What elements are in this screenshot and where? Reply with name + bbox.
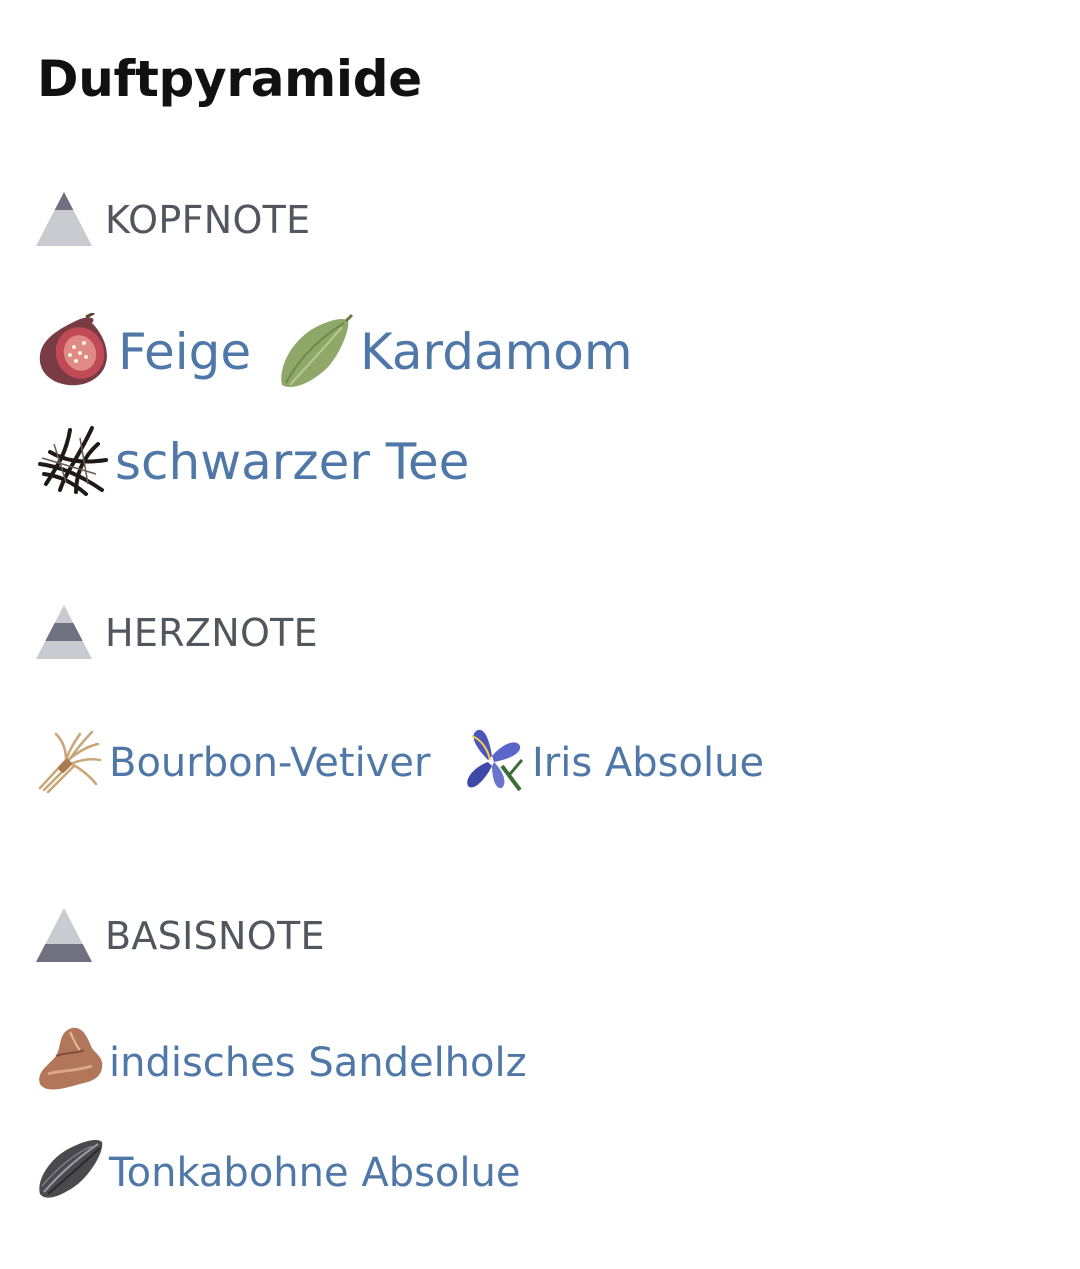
- tonka-bean-icon: [36, 1136, 104, 1202]
- vetiver-icon: [36, 730, 102, 794]
- fig-icon: [36, 313, 110, 389]
- page-title: Duftpyramide: [37, 50, 422, 108]
- section-label-herznote: HERZNOTE: [105, 611, 318, 655]
- note-iris-absolue[interactable]: Iris Absolue: [532, 740, 764, 786]
- section-label-kopfnote: KOPFNOTE: [105, 198, 311, 242]
- note-tonkabohne-absolue[interactable]: Tonkabohne Absolue: [109, 1150, 520, 1196]
- note-bourbon-vetiver[interactable]: Bourbon-Vetiver: [109, 740, 430, 786]
- pyramid-middle-icon: [36, 605, 92, 665]
- black-tea-icon: [36, 424, 108, 496]
- note-feige[interactable]: Feige: [118, 323, 251, 381]
- iris-icon: [458, 726, 524, 792]
- note-indisches-sandelholz[interactable]: indisches Sandelholz: [109, 1040, 527, 1086]
- pyramid-base-icon: [36, 908, 92, 968]
- note-schwarzer-tee[interactable]: schwarzer Tee: [115, 433, 469, 491]
- section-label-basisnote: BASISNOTE: [105, 914, 325, 958]
- cardamom-icon: [276, 313, 354, 391]
- pyramid-top-icon: [36, 192, 92, 252]
- sandalwood-icon: [36, 1026, 104, 1094]
- note-kardamom[interactable]: Kardamom: [360, 323, 633, 381]
